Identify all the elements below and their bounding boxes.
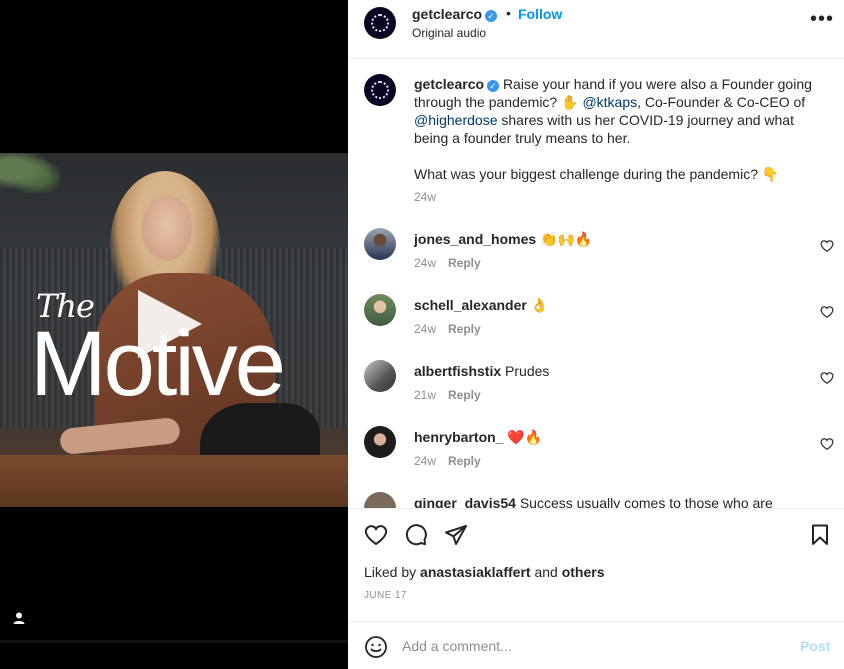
avatar[interactable]: [364, 360, 396, 392]
comment-username[interactable]: schell_alexander: [414, 297, 527, 313]
more-options-icon[interactable]: •••: [810, 8, 834, 31]
heart-icon[interactable]: [820, 437, 834, 451]
avatar[interactable]: [364, 74, 396, 106]
comment-text: ❤️🔥: [507, 429, 543, 445]
woman-face: [142, 195, 192, 261]
comment-username[interactable]: jones_and_homes: [414, 231, 536, 247]
bookmark-icon[interactable]: [808, 523, 832, 547]
reply-button[interactable]: Reply: [448, 322, 481, 336]
comment-age: 24w: [414, 256, 437, 270]
heart-icon[interactable]: [820, 305, 834, 319]
post-sidebar: getclearco ✓ • Follow Original audio ••• …: [348, 0, 844, 669]
caption-text: getclearco ✓ Raise your hand if you were …: [414, 76, 812, 146]
separator-dot: •: [506, 5, 511, 21]
comment-username[interactable]: henrybarton_: [414, 429, 503, 445]
comment-row: ginger_davis54 Success usually comes to …: [348, 492, 844, 508]
comment-username[interactable]: ginger_davis54: [414, 495, 516, 508]
comment-row: jones_and_homes 👏🙌🔥 24w Reply: [348, 228, 844, 294]
comment-text: Success usually comes to those who are: [519, 495, 773, 508]
avatar[interactable]: [364, 426, 396, 458]
comment-username[interactable]: albertfishstix: [414, 363, 501, 379]
avatar[interactable]: [364, 7, 396, 39]
heart-icon[interactable]: [820, 239, 834, 253]
heart-icon[interactable]: [364, 523, 388, 547]
avatar[interactable]: [364, 228, 396, 260]
mention-link[interactable]: @ktkaps: [582, 94, 637, 110]
user-icon[interactable]: [12, 611, 26, 625]
smiley-icon[interactable]: [364, 635, 388, 659]
avatar[interactable]: [364, 492, 396, 508]
audio-label[interactable]: Original audio: [412, 26, 486, 40]
comment-text: 👏🙌🔥: [540, 231, 593, 247]
comment-text: 👌: [530, 297, 549, 313]
post-date[interactable]: JUNE 17: [364, 590, 407, 601]
action-bar: [348, 508, 844, 560]
reply-button[interactable]: Reply: [448, 454, 481, 468]
comment-age: 21w: [414, 388, 437, 402]
verified-badge-icon: ✓: [485, 10, 498, 22]
heart-icon[interactable]: [820, 371, 834, 385]
video-progress-bar[interactable]: [0, 640, 348, 643]
comment-row: schell_alexander 👌 24w Reply: [348, 294, 844, 360]
post-media[interactable]: The Motive: [0, 0, 348, 669]
wooden-table: [0, 455, 348, 507]
caption-age: 24w: [414, 190, 437, 204]
comment-input[interactable]: [402, 634, 782, 658]
reply-button[interactable]: Reply: [448, 388, 481, 402]
paper-plane-icon[interactable]: [444, 523, 468, 547]
likes-summary: Liked by anastasiaklaffert and others: [364, 564, 605, 580]
caption-question: What was your biggest challenge during t…: [414, 166, 780, 182]
comment-icon[interactable]: [404, 523, 428, 547]
caption-username[interactable]: getclearco: [414, 76, 484, 92]
header-username[interactable]: getclearco ✓: [412, 6, 498, 22]
post-header: getclearco ✓ • Follow Original audio •••: [348, 0, 844, 59]
verified-badge-icon: ✓: [487, 80, 500, 92]
comment-row: henrybarton_ ❤️🔥 24w Reply: [348, 426, 844, 492]
follow-button[interactable]: Follow: [518, 6, 562, 22]
comment-age: 24w: [414, 322, 437, 336]
comment-text: Prudes: [505, 363, 550, 379]
plant-decor: [0, 153, 60, 193]
post-button[interactable]: Post: [800, 638, 830, 654]
others-link[interactable]: others: [562, 564, 605, 580]
comment-row: albertfishstix Prudes 21w Reply: [348, 360, 844, 426]
comment-age: 24w: [414, 454, 437, 468]
add-comment-bar: Post: [348, 621, 844, 669]
reply-button[interactable]: Reply: [448, 256, 481, 270]
mention-link[interactable]: @higherdose: [414, 112, 498, 128]
comments-list[interactable]: getclearco ✓ Raise your hand if you were …: [348, 60, 844, 508]
liker-username[interactable]: anastasiaklaffert: [420, 564, 531, 580]
avatar[interactable]: [364, 294, 396, 326]
video-title-large: Motive: [30, 313, 286, 415]
